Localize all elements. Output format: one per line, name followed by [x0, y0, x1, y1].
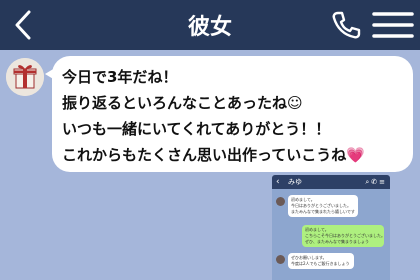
chevron-left-icon: [15, 10, 31, 40]
message-line-2: 振り返るといろんなことあったね☺: [62, 90, 403, 116]
heart-emoji-icon: 💗: [346, 146, 365, 164]
embedded-message-3-line2: 今度は2人でもご飯行きましょう: [291, 261, 350, 266]
message-line-3: いつも一緒にいてくれてありがとう！！: [62, 116, 403, 142]
chat-header: 彼女: [0, 0, 420, 50]
hamburger-menu-icon: [372, 12, 414, 38]
embedded-avatar: [276, 197, 285, 206]
embedded-avatar-2: [276, 255, 285, 264]
embedded-back-icon: ‹: [276, 177, 280, 187]
embedded-contact-name: みゆ: [288, 178, 302, 186]
back-button[interactable]: [8, 8, 38, 42]
embedded-chat-screenshot: ‹ みゆ ⌕✆≡ 初めまして。 今日はありがとうございました。 またみんなで集ま…: [272, 175, 390, 280]
message-line-1-text: 今日で3年だね！: [62, 68, 178, 86]
embedded-header: ‹ みゆ ⌕✆≡: [272, 175, 390, 189]
gift-box-icon: [6, 58, 44, 96]
message-line-4-text: これからもたくさん思い出作っていこうね: [62, 146, 347, 164]
menu-button[interactable]: [372, 10, 414, 40]
sender-avatar[interactable]: [6, 58, 44, 96]
call-button[interactable]: [330, 9, 362, 41]
message-line-3-text: いつも一緒にいてくれてありがとう！！: [62, 120, 331, 138]
embedded-message-1: 初めまして。 今日はありがとうございました。 またみんなで集まれたら嬉しいです: [288, 195, 358, 217]
smile-emoji-icon: ☺: [287, 94, 303, 112]
embedded-message-2-line3: ぜひ、またみんなで集まりましょう: [305, 239, 369, 244]
embedded-message-3: ぜひお願いします。 今度は2人でもご飯行きましょう: [288, 253, 354, 269]
message-line-4: これからもたくさん思い出作っていこうね💗: [62, 142, 403, 168]
message-line-1: 今日で3年だね！: [62, 64, 403, 90]
message-bubble[interactable]: 今日で3年だね！ 振り返るといろんなことあったね☺ いつも一緒にいてくれてありが…: [45, 56, 413, 172]
embedded-message-2: 初めまして。 こちらこそ今日はありがとうございました。 ぜひ、またみんなで集まり…: [302, 225, 385, 247]
embedded-message-1-line3: またみんなで集まれたら嬉しいです: [291, 209, 355, 214]
phone-icon: [332, 11, 361, 39]
message-line-2-text: 振り返るといろんなことあったね: [62, 94, 288, 112]
embedded-header-icons: ⌕✆≡: [365, 178, 387, 186]
